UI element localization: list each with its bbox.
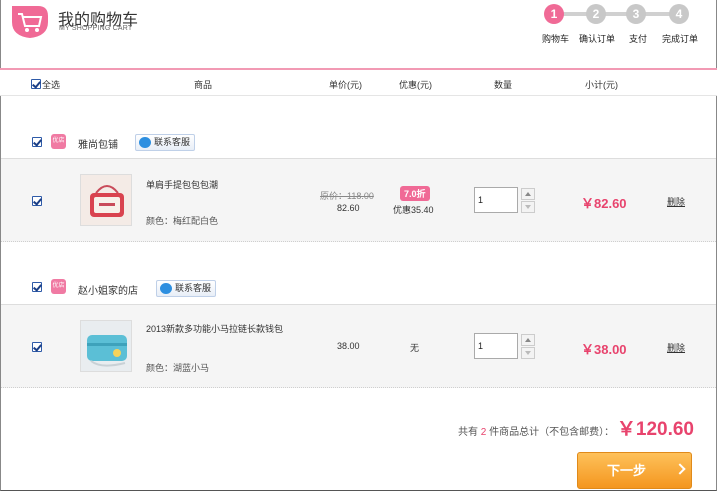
step-1-label: 购物车 bbox=[542, 34, 570, 44]
step-4-label: 完成订单 bbox=[662, 34, 699, 44]
column-quantity: 数量 bbox=[494, 80, 513, 90]
original-price: 原价：118.00 bbox=[320, 191, 374, 201]
unit-price: 38.00 bbox=[337, 341, 360, 351]
checkout-steps: 1 2 3 4 bbox=[542, 4, 692, 24]
cart-total: 共有 2 件商品总计（不包含邮费）： ￥120.60 bbox=[458, 414, 694, 441]
total-label: 件商品总计（不包含邮费）： bbox=[489, 427, 615, 438]
product-name[interactable]: 2013新款多功能小马拉链长款钱包 bbox=[146, 322, 283, 335]
shop-badge-icon: 优店 bbox=[51, 279, 66, 294]
step-2-label: 确认订单 bbox=[579, 34, 616, 44]
step-4-indicator: 4 bbox=[669, 4, 689, 24]
chat-bubble-icon bbox=[160, 283, 172, 294]
step-2-indicator: 2 bbox=[586, 4, 606, 24]
next-step-button[interactable]: 下一步 bbox=[577, 452, 692, 489]
column-subtotal: 小计(元) bbox=[585, 80, 618, 90]
select-all-checkbox[interactable] bbox=[31, 79, 41, 89]
item-subtotal: ￥82.60 bbox=[581, 196, 627, 211]
quantity-input[interactable]: 1 bbox=[474, 187, 518, 213]
shop-checkbox[interactable] bbox=[32, 282, 42, 292]
discount-amount: 优惠35.40 bbox=[393, 205, 434, 215]
step-1-indicator: 1 bbox=[544, 4, 564, 24]
total-item-count: 2 bbox=[480, 427, 487, 438]
column-unit-price: 单价(元) bbox=[329, 80, 362, 90]
unit-price: 82.60 bbox=[337, 203, 360, 213]
quantity-decrease-button[interactable] bbox=[521, 347, 535, 359]
product-thumbnail[interactable] bbox=[80, 320, 132, 372]
contact-service-label: 联系客服 bbox=[175, 283, 212, 293]
item-subtotal: ￥38.00 bbox=[581, 342, 627, 357]
shop-badge-icon: 优店 bbox=[51, 134, 66, 149]
cart-logo-icon bbox=[10, 2, 50, 40]
product-color: 颜色：湖蓝小马 bbox=[146, 363, 210, 373]
delete-item-link[interactable]: 删除 bbox=[667, 341, 685, 354]
quantity-increase-button[interactable] bbox=[521, 188, 535, 200]
chevron-right-icon bbox=[674, 463, 686, 475]
discount-amount: 无 bbox=[410, 343, 420, 353]
shop-name[interactable]: 赵小姐家的店 bbox=[78, 282, 138, 297]
quantity-input[interactable]: 1 bbox=[474, 333, 518, 359]
quantity-decrease-button[interactable] bbox=[521, 201, 535, 213]
item-checkbox[interactable] bbox=[32, 342, 42, 352]
shop-name[interactable]: 雅尚包铺 bbox=[78, 136, 118, 151]
product-color: 颜色：梅红配白色 bbox=[146, 216, 219, 226]
contact-service-label: 联系客服 bbox=[154, 137, 191, 147]
item-checkbox[interactable] bbox=[32, 196, 42, 206]
step-3-label: 支付 bbox=[629, 34, 648, 44]
contact-service-button[interactable]: 联系客服 bbox=[135, 134, 196, 151]
select-all-label: 全选 bbox=[42, 80, 61, 90]
discount-badge: 7.0折 bbox=[400, 186, 430, 201]
contact-service-button[interactable]: 联系客服 bbox=[156, 280, 217, 297]
shop-checkbox[interactable] bbox=[32, 137, 42, 147]
total-amount: ￥120.60 bbox=[616, 419, 694, 440]
quantity-increase-button[interactable] bbox=[521, 334, 535, 346]
column-product: 商品 bbox=[194, 80, 213, 90]
chat-bubble-icon bbox=[139, 137, 151, 148]
product-thumbnail[interactable] bbox=[80, 174, 132, 226]
next-step-label: 下一步 bbox=[607, 463, 647, 478]
page-subtitle: MY SHOPPING CART bbox=[59, 25, 133, 32]
delete-item-link[interactable]: 删除 bbox=[667, 195, 685, 208]
total-prefix: 共有 bbox=[457, 427, 478, 438]
step-3-indicator: 3 bbox=[626, 4, 646, 24]
column-discount: 优惠(元) bbox=[399, 80, 432, 90]
product-name[interactable]: 单肩手提包包包潮 bbox=[146, 178, 218, 191]
